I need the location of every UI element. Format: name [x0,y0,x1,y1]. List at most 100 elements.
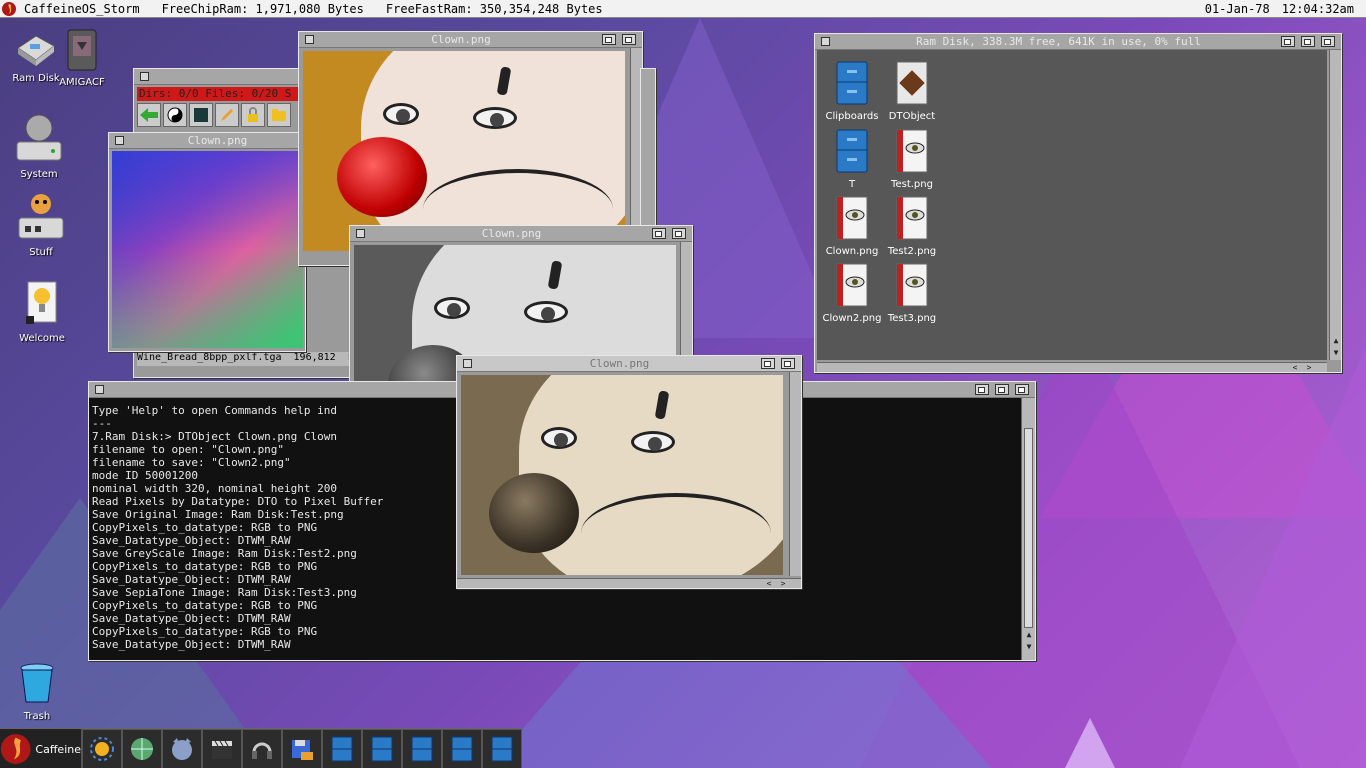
taskbar-disk-button[interactable] [282,729,322,768]
scroll-down-icon[interactable]: ▼ [1023,642,1035,652]
depth-gadget[interactable] [1321,36,1335,47]
shell-line: Save_Datatype_Object: DTWM_RAW [92,612,291,625]
close-gadget[interactable] [463,359,472,368]
vertical-scrollbar[interactable] [789,372,801,576]
gradient-image-window[interactable]: Clown.png [108,132,306,352]
folder-icon[interactable] [267,103,291,127]
depth-gadget[interactable] [622,34,636,45]
gradient-image [112,151,303,348]
chip-icon [896,61,928,105]
shell-scrollbar[interactable]: ▲ ▼ [1021,398,1035,660]
scroll-up-icon[interactable]: ▲ [1330,336,1342,346]
depth-gadget[interactable] [1015,384,1029,395]
taskbar-cat-button[interactable] [162,729,202,768]
zoom-gadget[interactable] [1301,36,1315,47]
yin-yang-icon[interactable] [163,103,187,127]
iconify-gadget[interactable] [975,384,989,395]
horizontal-scrollbar[interactable]: < > [457,578,801,588]
file-icon-t[interactable]: T [821,128,883,190]
png-image-icon [836,263,868,307]
drawer-icon [836,61,868,105]
taskbar: Caffeine [0,728,522,768]
lock-icon[interactable] [241,103,265,127]
stuff-drive-icon [18,194,64,239]
zoom-gadget[interactable] [995,384,1009,395]
desktop-icon-system[interactable]: System [3,112,75,180]
png-image-icon [836,196,868,240]
start-button[interactable]: Caffeine [0,729,82,768]
window-title: Clown.png [481,227,542,240]
trash-icon [20,663,54,703]
chip-ram-readout: FreeChipRam: 1,971,080 Bytes [161,1,364,16]
png-image-icon [896,263,928,307]
drive-icon [67,29,97,71]
taskbar-drawer-button[interactable] [362,729,402,768]
start-label: Caffeine [35,742,81,756]
file-icon-dtobject[interactable]: DTObject [881,60,943,122]
ram-disk-window[interactable]: Ram Disk, 338.3M free, 641K in use, 0% f… [814,33,1342,373]
window-title: Ram Disk, 338.3M free, 641K in use, 0% f… [916,35,1201,48]
scroll-left-icon[interactable]: < [1289,363,1301,373]
taskbar-drawer-button[interactable] [482,729,522,768]
iconify-gadget[interactable] [1281,36,1295,47]
zoom-gadget[interactable] [652,228,666,239]
back-arrow-icon[interactable] [137,103,161,127]
file-icon-clipboards[interactable]: Clipboards [821,60,883,122]
close-gadget[interactable] [140,72,149,81]
file-icon-test2-png[interactable]: Test2.png [881,195,943,257]
zoom-gadget[interactable] [602,34,616,45]
zoom-gadget[interactable] [761,358,775,369]
toolbar [137,103,291,127]
close-gadget[interactable] [95,385,104,394]
desktop-icon-trash[interactable]: Trash [1,662,73,722]
scroll-knob[interactable] [1024,428,1033,628]
menubar: CaffeineOS_Storm FreeChipRam: 1,971,080 … [0,0,1366,18]
png-image-icon [896,129,928,173]
scroll-right-icon[interactable]: > [1303,363,1315,373]
window-title: Clown.png [589,357,650,370]
pencil-icon[interactable] [215,103,239,127]
window-title: Clown.png [187,134,248,147]
close-gadget[interactable] [356,229,365,238]
taskbar-drawer-button[interactable] [322,729,362,768]
monitor-icon[interactable] [189,103,213,127]
file-icon-test-png[interactable]: Test.png [881,128,943,190]
file-icon-clown2-png[interactable]: Clown2.png [821,262,883,324]
taskbar-drawer-button[interactable] [442,729,482,768]
depth-gadget[interactable] [672,228,686,239]
shell-line: CopyPixels_to_datatype: RGB to PNG [92,599,318,612]
vertical-scrollbar[interactable]: ▲ ▼ [1329,50,1341,360]
taskbar-drawer-button[interactable] [402,729,442,768]
close-gadget[interactable] [305,35,314,44]
png-image-icon [896,196,928,240]
sepia-image-window[interactable]: Clown.png < > [456,355,802,589]
lightbulb-icon [26,281,57,324]
close-gadget[interactable] [115,136,124,145]
system-drive-icon [16,114,62,161]
file-icon-clown-png[interactable]: Clown.png [821,195,883,257]
file-icon-test3-png[interactable]: Test3.png [881,262,943,324]
taskbar-globe-button[interactable] [122,729,162,768]
clown-sepia-image [461,375,783,575]
horizontal-scrollbar[interactable]: < > [817,362,1327,372]
desktop-icon-welcome[interactable]: Welcome [6,280,78,344]
close-gadget[interactable] [821,37,830,46]
window-title: Clown.png [431,33,491,46]
taskbar-clapper-button[interactable] [202,729,242,768]
drawer-icon [836,129,868,173]
taskbar-sun-button[interactable] [82,729,122,768]
desktop-icon-stuff[interactable]: Stuff [5,190,77,258]
depth-gadget[interactable] [781,358,795,369]
scroll-up-icon[interactable]: ▲ [1023,630,1035,640]
taskbar-headphones-button[interactable] [242,729,282,768]
fast-ram-readout: FreeFastRam: 350,354,248 Bytes [385,1,603,16]
scroll-down-icon[interactable]: ▼ [1330,348,1342,358]
shell-line: Save_Datatype_Object: DTWM_RAW [92,638,291,651]
time-readout: 12:04:32am [1281,1,1354,16]
scroll-left-icon[interactable]: < [763,579,775,589]
scroll-right-icon[interactable]: > [777,579,789,589]
clown-color-image [303,51,625,251]
os-name: CaffeineOS_Storm [24,1,140,16]
desktop-icon-amigacf[interactable]: AMIGACF [46,28,118,88]
caffeine-logo-icon[interactable] [0,0,18,18]
